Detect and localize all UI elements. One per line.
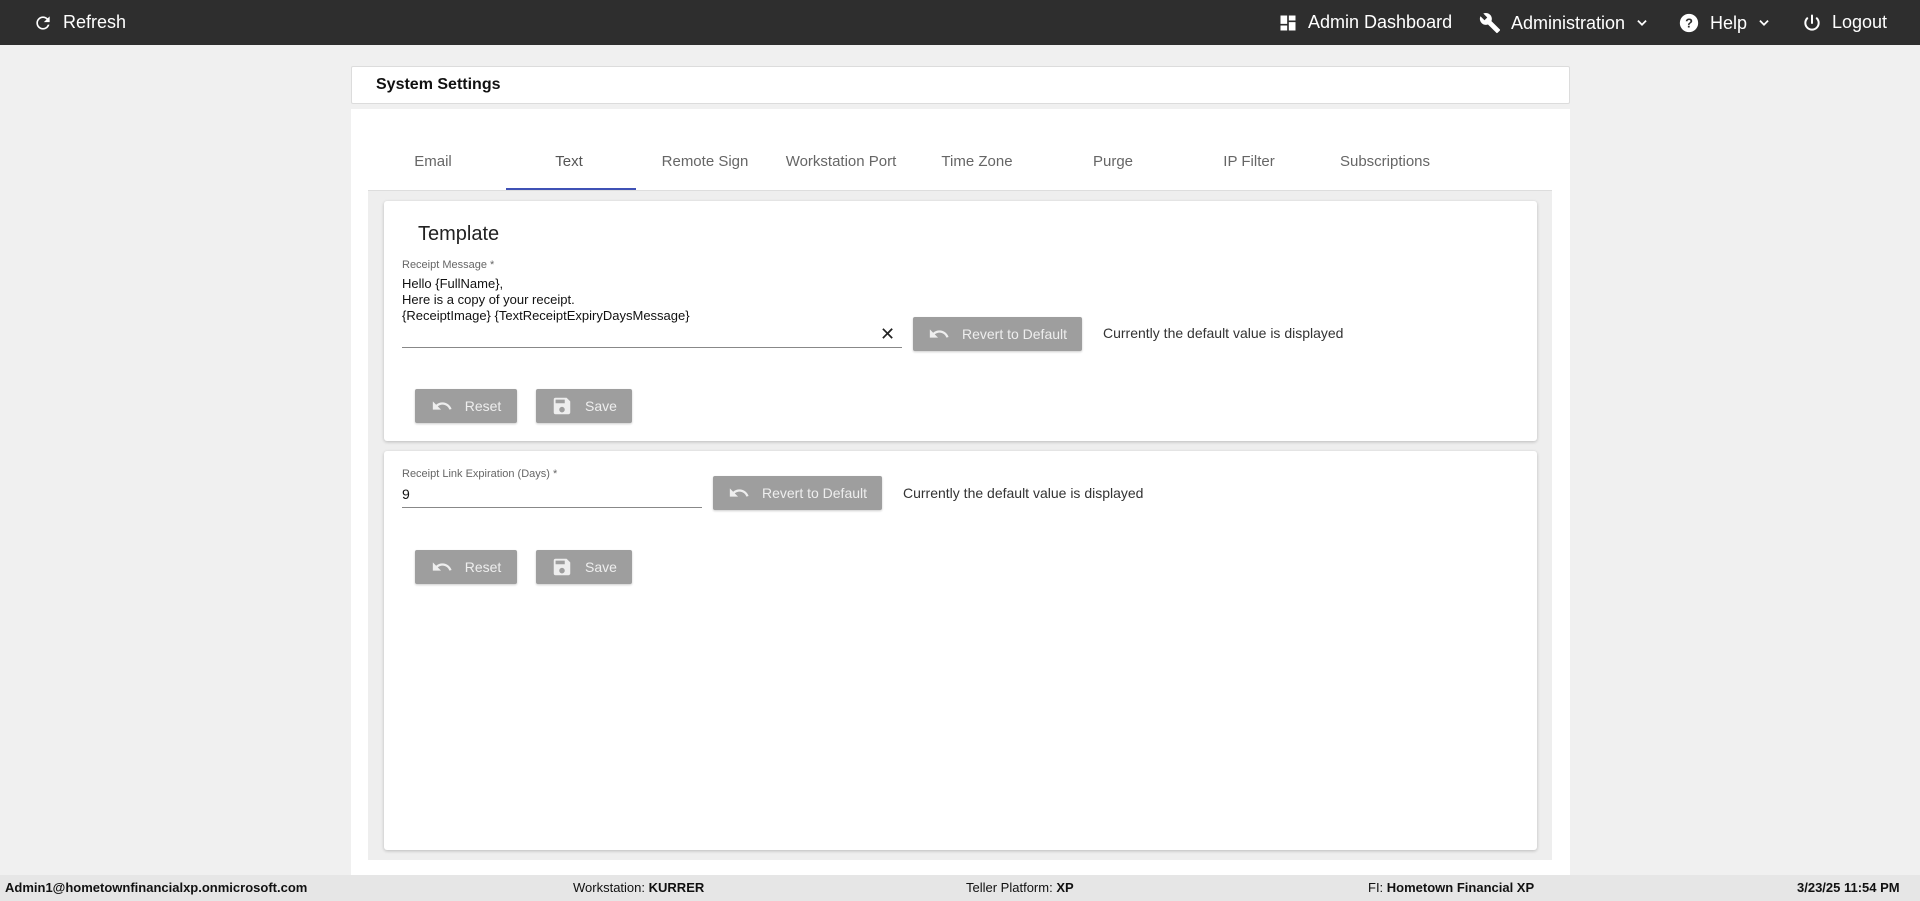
undo-icon — [928, 323, 950, 345]
page-title: System Settings — [376, 76, 501, 93]
chevron-down-icon — [1635, 16, 1649, 30]
dashboard-icon — [1278, 13, 1298, 33]
status-user: Admin1@hometownfinancialxp.onmicrosoft.c… — [5, 880, 307, 895]
chevron-down-icon — [1757, 16, 1771, 30]
tab-email[interactable]: Email — [368, 132, 498, 190]
save-icon — [551, 556, 573, 578]
save-icon — [551, 395, 573, 417]
refresh-label: Refresh — [63, 12, 127, 32]
tab-label: Workstation Port — [785, 152, 897, 170]
save-button[interactable]: Save — [536, 389, 632, 423]
default-value-note: Currently the default value is displayed — [1103, 325, 1344, 341]
tab-ip-filter[interactable]: IP Filter — [1184, 132, 1314, 190]
receipt-message-label: Receipt Message * — [402, 259, 495, 271]
refresh-button[interactable]: Refresh — [33, 12, 126, 33]
template-panel: Template Receipt Message * Hello {FullNa… — [384, 201, 1537, 441]
power-icon — [1802, 13, 1822, 33]
template-title: Template — [418, 223, 500, 245]
tab-workstation-port[interactable]: Workstation Port — [776, 132, 906, 190]
help-circle-icon: ? — [1678, 12, 1700, 34]
page-header-card: System Settings — [351, 66, 1570, 104]
tab-text[interactable]: Text — [504, 132, 634, 190]
help-label: Help — [1710, 12, 1748, 33]
workstation-value: KURRER — [648, 880, 705, 895]
reset-button[interactable]: Reset — [415, 389, 517, 423]
tab-content-area: Template Receipt Message * Hello {FullNa… — [368, 191, 1552, 860]
default-value-note: Currently the default value is displayed — [903, 485, 1144, 501]
tab-subscriptions[interactable]: Subscriptions — [1320, 132, 1450, 190]
help-menu[interactable]: ? Help — [1678, 12, 1771, 34]
datetime-value: 3/23/25 11:54 PM — [1797, 880, 1900, 895]
tab-label: Text — [555, 152, 583, 170]
expiration-panel: Receipt Link Expiration (Days) * 9 Rever… — [384, 451, 1537, 850]
admin-dashboard-button[interactable]: Admin Dashboard — [1278, 12, 1452, 33]
undo-icon — [431, 556, 453, 578]
receipt-link-expiration-underline — [402, 507, 702, 508]
status-workstation: Workstation: KURRER — [573, 880, 704, 895]
receipt-message-underline — [402, 347, 902, 348]
logout-label: Logout — [1832, 12, 1888, 32]
tab-remote-sign[interactable]: Remote Sign — [640, 132, 770, 190]
status-platform: Teller Platform: XP — [966, 880, 1074, 895]
revert-to-default-button[interactable]: Revert to Default — [713, 476, 882, 510]
reset-label: Reset — [464, 559, 502, 575]
undo-icon — [431, 395, 453, 417]
tab-purge[interactable]: Purge — [1048, 132, 1178, 190]
reset-button[interactable]: Reset — [415, 550, 517, 584]
settings-tabs: Email Text Remote Sign Workstation Port … — [368, 132, 1552, 191]
administration-menu[interactable]: Administration — [1479, 12, 1649, 34]
tab-label: Subscriptions — [1339, 152, 1431, 170]
wrench-icon — [1479, 12, 1501, 34]
settings-card: Email Text Remote Sign Workstation Port … — [351, 109, 1570, 879]
tab-time-zone[interactable]: Time Zone — [912, 132, 1042, 190]
receipt-link-expiration-input[interactable]: 9 — [402, 486, 410, 502]
revert-to-default-button[interactable]: Revert to Default — [913, 317, 1082, 351]
reset-label: Reset — [464, 398, 502, 414]
revert-label: Revert to Default — [961, 326, 1068, 342]
status-bar: Admin1@hometownfinancialxp.onmicrosoft.c… — [0, 875, 1920, 901]
tab-label: Purge — [1092, 152, 1134, 170]
logout-button[interactable]: Logout — [1802, 12, 1887, 33]
workstation-label: Workstation: — [573, 880, 646, 895]
fi-value: Hometown Financial XP — [1386, 880, 1535, 895]
svg-text:?: ? — [1685, 16, 1693, 31]
receipt-link-expiration-label: Receipt Link Expiration (Days) * — [402, 468, 558, 480]
admin-dashboard-label: Admin Dashboard — [1308, 12, 1453, 32]
undo-icon — [728, 482, 750, 504]
refresh-icon — [33, 13, 53, 33]
clear-icon[interactable]: ✕ — [880, 325, 895, 343]
top-navigation-bar: Refresh Admin Dashboard Administration ?… — [0, 0, 1920, 45]
save-label: Save — [585, 559, 617, 575]
revert-label: Revert to Default — [761, 485, 868, 501]
save-label: Save — [585, 398, 617, 414]
status-datetime: 3/23/25 11:54 PM — [1797, 880, 1900, 895]
platform-value: XP — [1056, 880, 1074, 895]
user-email: Admin1@hometownfinancialxp.onmicrosoft.c… — [5, 880, 308, 895]
receipt-message-textarea[interactable]: Hello {FullName}, Here is a copy of your… — [402, 276, 690, 324]
fi-label: FI: — [1368, 880, 1384, 895]
tab-label: Email — [414, 152, 452, 170]
administration-label: Administration — [1511, 12, 1626, 33]
save-button[interactable]: Save — [536, 550, 632, 584]
tab-label: IP Filter — [1223, 152, 1275, 170]
tab-label: Remote Sign — [661, 152, 749, 170]
tab-label: Time Zone — [941, 152, 1013, 170]
active-tab-indicator — [506, 188, 636, 190]
status-fi: FI: Hometown Financial XP — [1368, 880, 1534, 895]
platform-label: Teller Platform: — [966, 880, 1053, 895]
